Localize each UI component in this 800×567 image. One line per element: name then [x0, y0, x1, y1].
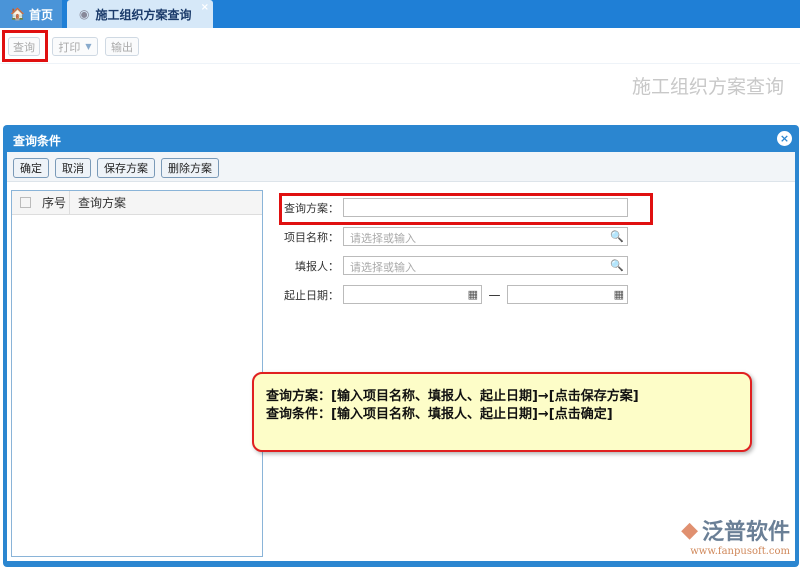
highlight-box	[279, 193, 653, 225]
tab-home[interactable]: 🏠 首页	[0, 0, 62, 28]
callout-line: 查询条件：[输入项目名称、填报人、起止日期]→[点击确定]	[266, 407, 613, 422]
export-button[interactable]: 输出	[105, 37, 139, 56]
chevron-down-icon: ▼	[85, 42, 92, 51]
page-icon: ◉	[79, 7, 90, 21]
end-date-input[interactable]: ▦	[507, 285, 628, 304]
cancel-button[interactable]: 取消	[55, 158, 91, 178]
callout-line: 查询方案：[输入项目名称、填报人、起止日期]→[点击保存方案]	[266, 389, 639, 404]
query-dialog: 查询条件 × 确定 取消 保存方案 删除方案 序号 查询方案 查询方案： 项目名…	[3, 125, 799, 567]
toolbar: 查询 打印 ▼ 输出	[0, 28, 800, 64]
print-label: 打印	[58, 40, 81, 54]
date-separator: —	[488, 287, 501, 302]
col-scheme: 查询方案	[78, 196, 127, 210]
tab-label: 施工组织方案查询	[95, 7, 192, 22]
close-icon[interactable]: ×	[777, 131, 792, 146]
highlight-box	[2, 30, 48, 62]
save-scheme-button[interactable]: 保存方案	[97, 158, 155, 178]
select-all-checkbox[interactable]	[20, 197, 31, 208]
reporter-input[interactable]: 请选择或输入 🔍	[343, 256, 628, 275]
logo-icon: ◆	[681, 517, 698, 543]
fanpu-logo: ◆ 泛普软件 www.fanpusoft.com	[681, 514, 790, 558]
start-date-input[interactable]: ▦	[343, 285, 482, 304]
delete-scheme-button[interactable]: 删除方案	[161, 158, 219, 178]
calendar-icon[interactable]: ▦	[614, 288, 624, 301]
scheme-list: 序号 查询方案	[11, 190, 263, 557]
dialog-title: 查询条件	[13, 134, 62, 148]
close-icon[interactable]: ×	[201, 2, 209, 13]
project-label: 项目名称：	[284, 230, 339, 244]
reporter-label: 填报人：	[295, 259, 339, 273]
search-icon[interactable]: 🔍	[610, 230, 624, 243]
logo-url: www.fanpusoft.com	[690, 546, 790, 557]
tab-bar: 🏠 首页 ◉ 施工组织方案查询 ×	[0, 0, 800, 28]
confirm-button[interactable]: 确定	[13, 158, 49, 178]
print-button[interactable]: 打印 ▼	[52, 37, 98, 56]
home-icon: 🏠	[10, 7, 25, 21]
placeholder: 请选择或输入	[350, 232, 416, 245]
col-index: 序号	[41, 196, 66, 210]
project-input[interactable]: 请选择或输入 🔍	[343, 227, 628, 246]
instruction-callout: 查询方案：[输入项目名称、填报人、起止日期]→[点击保存方案] 查询条件：[输入…	[252, 372, 752, 452]
tab-construction-plan-query[interactable]: ◉ 施工组织方案查询 ×	[67, 0, 213, 28]
date-label: 起止日期：	[284, 288, 339, 302]
calendar-icon[interactable]: ▦	[468, 288, 478, 301]
placeholder: 请选择或输入	[350, 261, 416, 274]
search-icon[interactable]: 🔍	[610, 259, 624, 272]
tab-label: 首页	[28, 7, 53, 22]
logo-name: 泛普软件	[701, 520, 790, 545]
page-title: 施工组织方案查询	[631, 76, 784, 98]
